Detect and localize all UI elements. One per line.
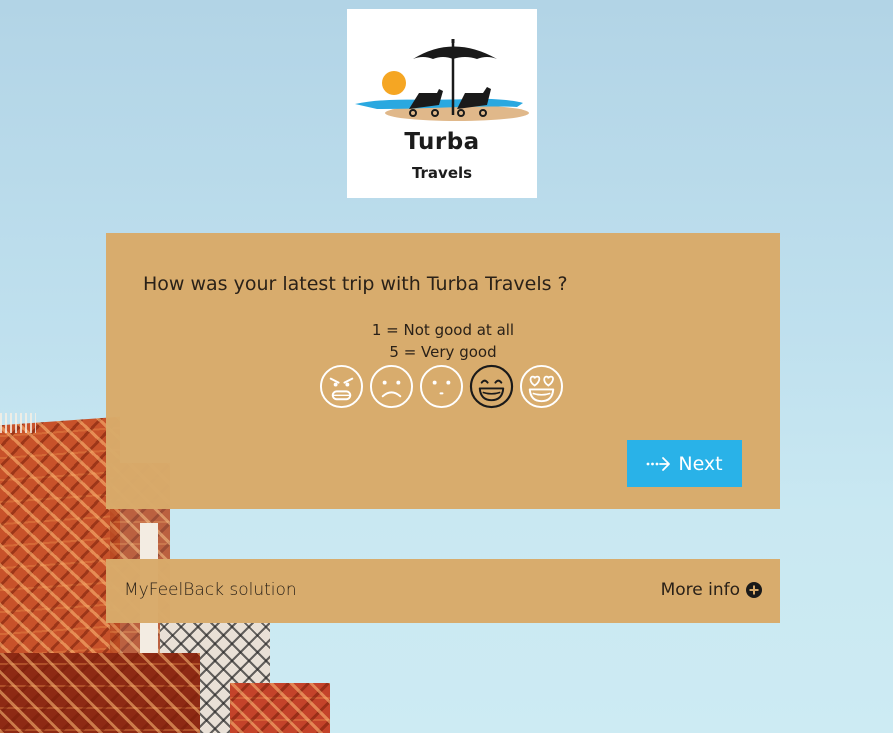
rating-option-3[interactable] bbox=[419, 364, 464, 409]
rating-option-5[interactable] bbox=[519, 364, 564, 409]
footer-bar: MyFeelBack solution More info bbox=[106, 559, 780, 623]
dotted-arrow-right-icon bbox=[646, 456, 672, 472]
neutral-face-icon bbox=[419, 364, 464, 409]
carpet-bottom bbox=[0, 653, 200, 733]
beach-umbrella-icon bbox=[355, 39, 529, 121]
more-info-label: More info bbox=[660, 580, 740, 600]
solution-label: MyFeelBack solution bbox=[124, 580, 297, 600]
rating-option-1[interactable] bbox=[319, 364, 364, 409]
rating-faces bbox=[319, 364, 567, 412]
next-button[interactable]: Next bbox=[627, 440, 742, 487]
brand-logo: Turba Travels bbox=[347, 9, 537, 198]
more-info-link[interactable]: More info bbox=[661, 580, 762, 600]
plus-circle-icon bbox=[746, 582, 762, 598]
scale-low-label: 1 = Not good at all bbox=[371, 321, 515, 339]
scale-high-label: 5 = Very good bbox=[389, 343, 497, 361]
grinning-face-icon bbox=[469, 364, 514, 409]
rating-scale-legend: 1 = Not good at all 5 = Very good bbox=[106, 319, 780, 363]
next-button-label: Next bbox=[678, 452, 723, 475]
sad-face-icon bbox=[369, 364, 414, 409]
carpet-bottom-right bbox=[230, 683, 330, 733]
brand-title: Turba bbox=[404, 129, 480, 155]
brand-subtitle: Travels bbox=[411, 164, 473, 182]
rating-option-2[interactable] bbox=[369, 364, 414, 409]
survey-question: How was your latest trip with Turba Trav… bbox=[143, 273, 568, 295]
carpet-fringe bbox=[0, 413, 36, 433]
survey-card: How was your latest trip with Turba Trav… bbox=[106, 233, 780, 509]
heart-eyes-face-icon bbox=[519, 364, 564, 409]
rating-option-4[interactable] bbox=[469, 364, 514, 409]
angry-face-icon bbox=[319, 364, 364, 409]
